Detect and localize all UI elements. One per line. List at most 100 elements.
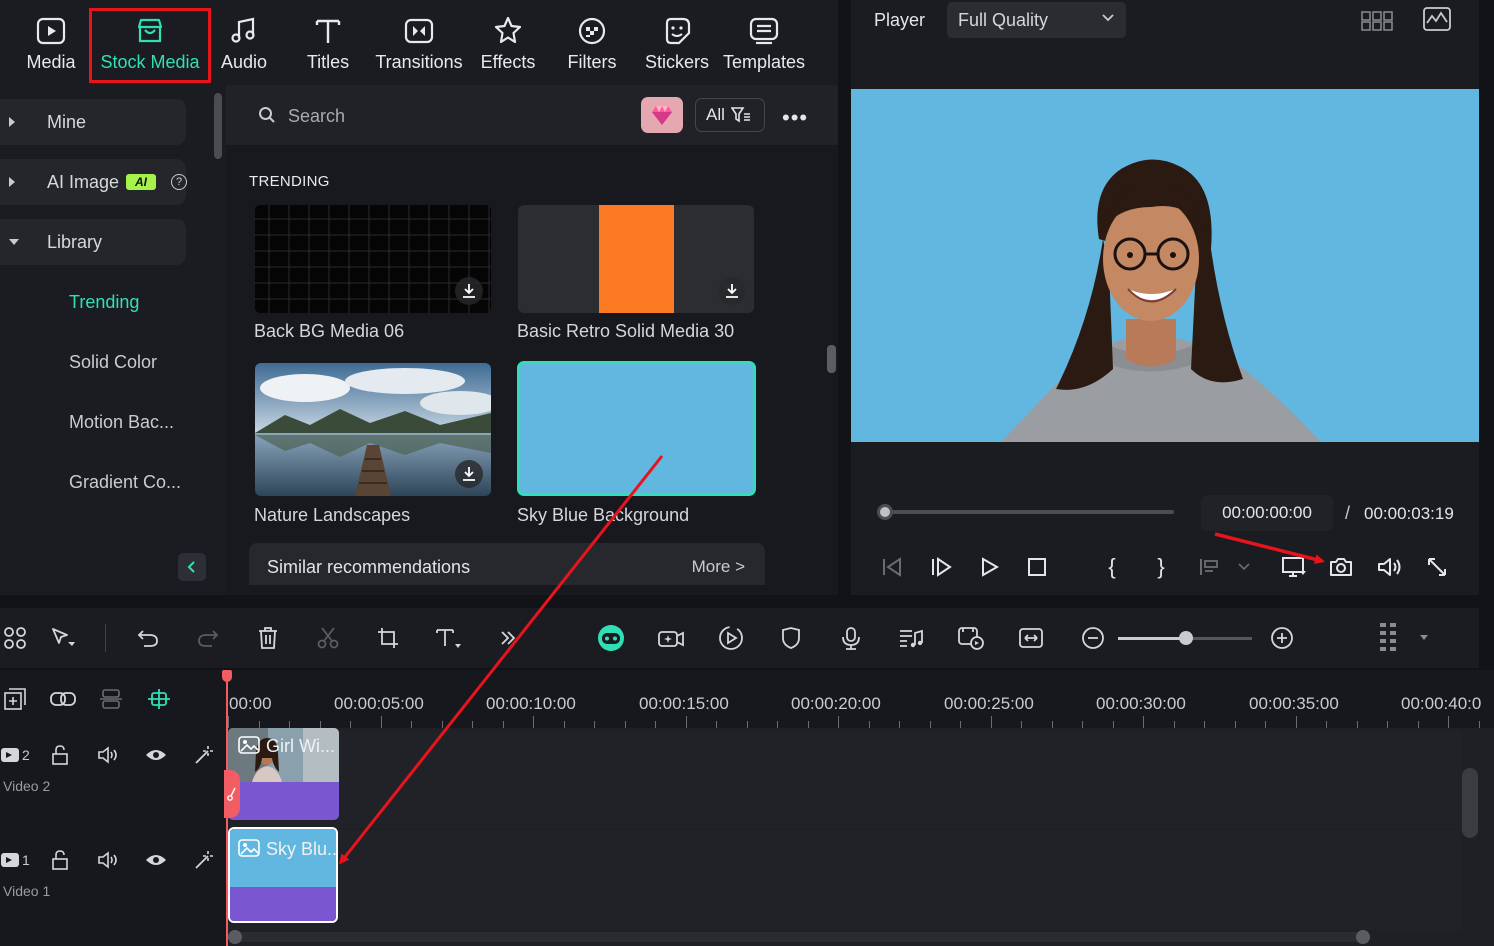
sidebar-item-motion-background[interactable]: Motion Bac... (69, 412, 174, 433)
download-icon[interactable] (455, 277, 483, 305)
magnet-snap-icon (148, 689, 170, 709)
playhead-handle[interactable] (222, 670, 232, 682)
undo-button[interactable] (133, 623, 163, 653)
track-2-lane[interactable] (226, 730, 1462, 828)
crop-button[interactable] (373, 623, 403, 653)
sidebar-item-solid-color[interactable]: Solid Color (69, 352, 157, 373)
display-settings-button[interactable] (1279, 552, 1309, 582)
sidebar-item-library[interactable]: Library (0, 219, 186, 265)
ai-video-button[interactable] (656, 623, 686, 653)
auto-sync-button[interactable] (956, 623, 986, 653)
sidebar-item-trending[interactable]: Trending (69, 292, 139, 313)
split-button[interactable] (313, 623, 343, 653)
playhead-knob[interactable] (877, 504, 893, 520)
record-voice-button[interactable] (836, 623, 866, 653)
track-effect-button[interactable] (189, 845, 219, 875)
download-icon[interactable] (718, 277, 746, 305)
tab-media[interactable]: Media (18, 8, 84, 80)
collapse-sidebar-button[interactable] (178, 553, 206, 581)
premium-button[interactable] (641, 97, 683, 133)
sidebar-scrollbar[interactable] (214, 93, 222, 159)
sidebar-item-gradient-color[interactable]: Gradient Co... (69, 472, 181, 493)
volume-button[interactable] (1374, 552, 1404, 582)
mute-track-button[interactable] (93, 845, 123, 875)
select-tool-button[interactable] (48, 623, 78, 653)
stop-button[interactable] (1022, 552, 1052, 582)
ai-copilot-button[interactable] (596, 623, 626, 653)
timeline-settings-button[interactable] (1374, 623, 1404, 653)
layout-button[interactable] (0, 623, 30, 653)
media-item-sky-blue[interactable] (517, 361, 756, 496)
scrollbar-start-handle[interactable] (228, 930, 242, 944)
time-ruler[interactable]: 00:00 00:00:05:00 00:00:10:00 00:00:15:0… (226, 670, 1494, 728)
zoom-in-button[interactable] (1267, 623, 1297, 653)
split-marker[interactable] (224, 770, 240, 818)
speed-button[interactable] (716, 623, 746, 653)
quality-select[interactable]: Full Quality (947, 2, 1126, 38)
video-preview[interactable] (851, 89, 1479, 442)
fit-timeline-button[interactable] (1016, 623, 1046, 653)
scrollbar-end-handle[interactable] (1356, 930, 1370, 944)
more-tools-button[interactable] (493, 623, 523, 653)
search-bar[interactable]: Search All ••• (226, 85, 838, 145)
track-effect-button[interactable] (189, 740, 219, 770)
zoom-slider-knob[interactable] (1179, 631, 1193, 645)
grid-view-icon[interactable] (1361, 8, 1393, 32)
robot-icon (598, 625, 624, 651)
filter-button[interactable]: All (695, 98, 765, 132)
clip-girl[interactable]: Girl Wi... (228, 728, 339, 820)
hide-track-button[interactable] (141, 845, 171, 875)
play-button[interactable] (974, 552, 1004, 582)
timeline-area[interactable]: 00:00 00:00:05:00 00:00:10:00 00:00:15:0… (222, 670, 1494, 946)
download-icon[interactable] (455, 460, 483, 488)
similar-recommendations[interactable]: Similar recommendations More > (249, 543, 765, 585)
snapshot-button[interactable] (1326, 552, 1356, 582)
next-frame-button[interactable] (926, 552, 956, 582)
lock-track-button[interactable] (45, 740, 75, 770)
tab-filters[interactable]: Filters (564, 8, 620, 80)
timeline-horizontal-scrollbar[interactable] (228, 930, 1370, 944)
sidebar-item-mine[interactable]: Mine (0, 99, 186, 145)
clip-sky-blue[interactable]: Sky Blu... (228, 827, 338, 923)
insert-dropdown[interactable] (1232, 552, 1256, 582)
more-link[interactable]: More > (692, 557, 745, 577)
track-1-lane[interactable] (226, 830, 1462, 930)
media-item-nature[interactable] (255, 363, 491, 496)
hide-track-button[interactable] (141, 740, 171, 770)
search-input[interactable]: Search (288, 106, 345, 127)
media-item-basic-retro[interactable] (518, 205, 754, 313)
link-button[interactable] (48, 684, 78, 714)
audio-beat-button[interactable] (896, 623, 926, 653)
tab-effects[interactable]: Effects (478, 8, 538, 80)
more-options-icon[interactable]: ••• (782, 105, 808, 131)
browser-scrollbar[interactable] (827, 345, 836, 373)
insert-button[interactable] (1195, 552, 1225, 582)
sidebar-item-ai-image[interactable]: AI Image AI ? (0, 159, 187, 205)
lock-track-button[interactable] (45, 845, 75, 875)
delete-button[interactable] (253, 623, 283, 653)
tab-titles[interactable]: Titles (300, 8, 356, 80)
tab-templates[interactable]: Templates (720, 8, 808, 80)
text-button[interactable] (433, 623, 463, 653)
mute-track-button[interactable] (93, 740, 123, 770)
help-icon[interactable]: ? (171, 174, 187, 190)
mark-out-button[interactable]: } (1146, 552, 1176, 582)
track-manager-button[interactable] (96, 684, 126, 714)
tab-stickers[interactable]: Stickers (642, 8, 712, 80)
fullscreen-button[interactable] (1422, 552, 1452, 582)
snap-button[interactable] (144, 684, 174, 714)
tab-transitions[interactable]: Transitions (374, 8, 464, 80)
redo-button[interactable] (193, 623, 223, 653)
waveform-scope-icon[interactable] (1422, 6, 1452, 32)
media-item-back-bg[interactable] (255, 205, 491, 313)
current-time-field[interactable]: 00:00:00:00 (1201, 495, 1333, 531)
timeline-vertical-scrollbar[interactable] (1462, 768, 1478, 838)
add-track-button[interactable] (0, 684, 30, 714)
zoom-out-button[interactable] (1078, 623, 1108, 653)
mark-in-button[interactable]: { (1097, 552, 1127, 582)
tab-audio[interactable]: Audio (214, 8, 274, 80)
timeline-settings-dropdown[interactable] (1412, 623, 1436, 653)
previous-frame-button[interactable] (877, 552, 907, 582)
playback-progress-bar[interactable] (878, 510, 1174, 514)
mask-button[interactable] (776, 623, 806, 653)
